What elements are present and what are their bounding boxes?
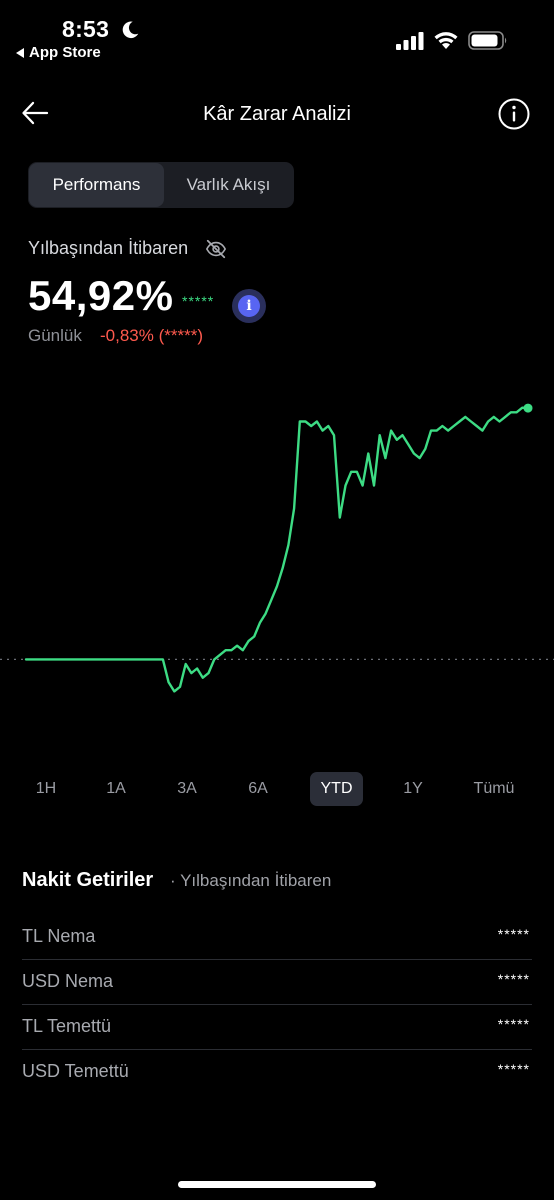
cash-returns-title: Nakit Getiriler: [22, 869, 154, 891]
row-label: USD Nema: [22, 971, 114, 991]
row-label: TL Nema: [22, 926, 96, 946]
masked-amount: *****: [182, 293, 215, 309]
performance-chart[interactable]: [0, 380, 554, 720]
daily-change: -0,83% (*****): [100, 326, 203, 345]
chart-endpoint: [523, 403, 533, 413]
range-ytd[interactable]: YTD: [310, 772, 363, 806]
back-triangle-icon: [16, 47, 24, 58]
tab-performans[interactable]: Performans: [29, 163, 164, 207]
back-to-app-store[interactable]: App Store: [16, 44, 101, 61]
row-value: *****: [497, 926, 530, 942]
range-1h[interactable]: 1H: [24, 772, 68, 806]
chart-series-line: [24, 406, 530, 693]
tab-varlik-akisi[interactable]: Varlık Akışı: [164, 163, 293, 207]
range-3a[interactable]: 3A: [165, 772, 209, 806]
range-selector: 1H 1A 3A 6A YTD 1Y Tümü: [0, 772, 554, 808]
moon-icon: [122, 21, 139, 39]
list-item[interactable]: TL Temettü *****: [22, 1004, 532, 1050]
range-1y[interactable]: 1Y: [391, 772, 435, 806]
list-item[interactable]: USD Nema *****: [22, 959, 532, 1005]
row-label: USD Temettü: [22, 1061, 129, 1081]
row-value: *****: [497, 971, 530, 987]
home-indicator[interactable]: [178, 1181, 376, 1188]
row-label: TL Temettü: [22, 1016, 112, 1036]
cash-returns-subtitle: · Yılbaşından İtibaren: [170, 871, 332, 890]
status-time: 8:53: [62, 16, 110, 42]
info-badge-button[interactable]: i: [232, 289, 266, 323]
info-badge-icon: i: [238, 295, 260, 317]
eye-off-icon[interactable]: [205, 238, 227, 260]
daily-label: Günlük: [28, 326, 82, 345]
info-icon[interactable]: [497, 97, 531, 131]
signal-icon: [396, 32, 424, 50]
range-6a[interactable]: 6A: [236, 772, 280, 806]
back-app-label: App Store: [29, 44, 101, 61]
list-item[interactable]: USD Temettü *****: [22, 1049, 532, 1094]
list-item[interactable]: TL Nema *****: [22, 914, 532, 960]
range-tumu[interactable]: Tümü: [464, 772, 524, 806]
row-value: *****: [497, 1016, 530, 1032]
page-title: Kâr Zarar Analizi: [203, 103, 351, 125]
period-label: Yılbaşından İtibaren: [28, 238, 189, 258]
row-value: *****: [497, 1061, 530, 1077]
ytd-percent: 54,92%: [28, 272, 174, 319]
range-1a[interactable]: 1A: [94, 772, 138, 806]
battery-icon: [468, 31, 507, 50]
wifi-icon: [434, 32, 458, 49]
